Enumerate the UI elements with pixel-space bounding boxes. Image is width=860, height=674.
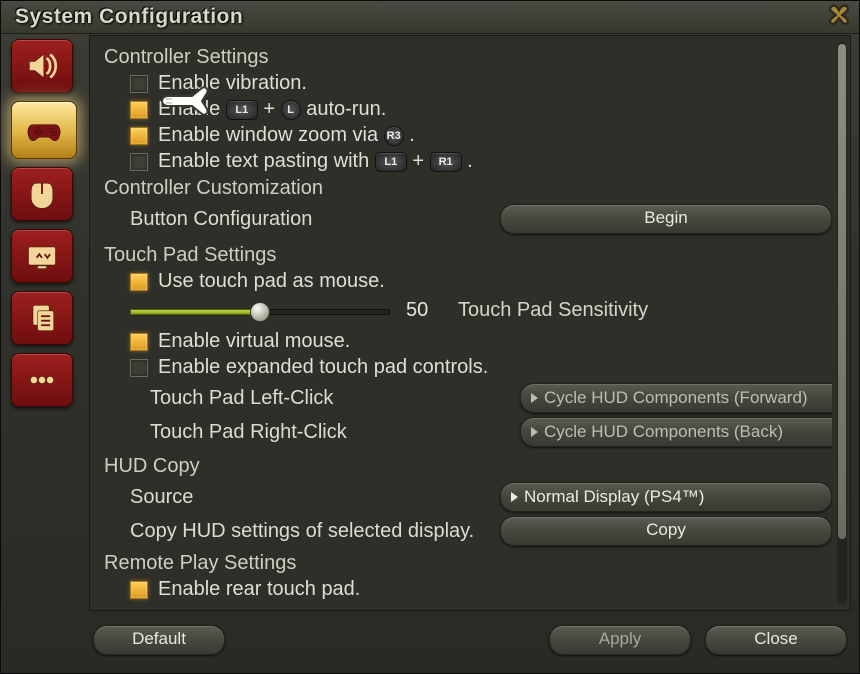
content-scroll: Controller Settings Enable vibration. En… <box>102 42 832 604</box>
chevron-right-icon <box>531 427 538 437</box>
keycap-r1-icon: R1 <box>430 152 462 172</box>
copy-button[interactable]: Copy <box>500 516 832 546</box>
window-title: System Configuration <box>15 5 243 29</box>
keycap-l1b-icon: L1 <box>375 152 407 172</box>
section-touchpad: Touch Pad Settings <box>104 244 832 267</box>
opt-expanded-controls[interactable]: Enable expanded touch pad controls. <box>130 356 832 379</box>
label-textpaste: Enable text pasting with L1 + R1 . <box>158 150 473 173</box>
chevron-right-icon <box>511 492 518 502</box>
section-hud-copy: HUD Copy <box>104 455 832 478</box>
touchpad-sensitivity-label: Touch Pad Sensitivity <box>458 299 648 322</box>
checkbox-virtual-mouse[interactable] <box>130 333 148 351</box>
opt-enable-textpaste[interactable]: Enable text pasting with L1 + R1 . <box>130 150 832 173</box>
checkbox-rear-touch[interactable] <box>130 581 148 599</box>
opt-rear-touch[interactable]: Enable rear touch pad. <box>130 578 832 601</box>
touchpad-sensitivity-value: 50 <box>406 299 442 322</box>
scrollbar[interactable] <box>837 42 847 604</box>
keycap-l1-icon: L1 <box>226 100 258 120</box>
checkbox-autorun[interactable] <box>130 101 148 119</box>
scrollbar-thumb[interactable] <box>838 44 846 539</box>
label-rightclick: Touch Pad Right-Click <box>102 421 520 444</box>
opt-virtual-mouse[interactable]: Enable virtual mouse. <box>130 330 832 353</box>
checkbox-textpaste[interactable] <box>130 153 148 171</box>
section-remote-play: Remote Play Settings <box>104 552 832 575</box>
checkbox-windowzoom[interactable] <box>130 127 148 145</box>
label-virtual-mouse: Enable virtual mouse. <box>158 330 350 353</box>
titlebar: System Configuration <box>1 1 859 34</box>
keycap-r3-icon: R3 <box>384 126 404 146</box>
tab-mouse[interactable] <box>11 167 73 221</box>
select-hud-source[interactable]: Normal Display (PS4™) <box>500 482 832 512</box>
tab-controller[interactable] <box>11 101 77 159</box>
opt-enable-windowzoom[interactable]: Enable window zoom via R3 . <box>130 124 832 147</box>
tab-clipboard[interactable] <box>11 291 73 345</box>
system-config-window: System Configuration <box>0 0 860 674</box>
label-hud-copydesc: Copy HUD settings of selected display. <box>102 520 500 543</box>
opt-enable-autorun[interactable]: Enable L1 + L auto-run. <box>130 98 832 121</box>
chevron-right-icon <box>531 393 538 403</box>
tab-sound[interactable] <box>11 39 73 93</box>
label-leftclick: Touch Pad Left-Click <box>102 387 520 410</box>
label-hud-source: Source <box>102 486 500 509</box>
tab-other[interactable] <box>11 353 73 407</box>
touchpad-sensitivity-slider[interactable] <box>130 304 390 318</box>
tab-rail <box>11 39 77 415</box>
default-button[interactable]: Default <box>93 625 225 655</box>
begin-button[interactable]: Begin <box>500 204 832 234</box>
select-rightclick[interactable]: Cycle HUD Components (Back) <box>520 417 832 447</box>
section-controller-custom: Controller Customization <box>104 177 832 200</box>
content-frame: Controller Settings Enable vibration. En… <box>89 35 851 611</box>
apply-button[interactable]: Apply <box>549 625 691 655</box>
tab-display[interactable] <box>11 229 73 283</box>
label-button-config: Button Configuration <box>102 208 500 231</box>
close-icon[interactable] <box>823 0 855 31</box>
keycap-lstick-icon: L <box>281 100 301 120</box>
checkbox-touchpad-mouse[interactable] <box>130 273 148 291</box>
checkbox-expanded-controls[interactable] <box>130 359 148 377</box>
label-vibration: Enable vibration. <box>158 72 307 95</box>
checkbox-vibration[interactable] <box>130 75 148 93</box>
close-button[interactable]: Close <box>705 625 847 655</box>
touchpad-sensitivity-row: 50 Touch Pad Sensitivity <box>102 299 832 322</box>
section-controller-settings: Controller Settings <box>104 46 832 69</box>
select-leftclick[interactable]: Cycle HUD Components (Forward) <box>520 383 832 413</box>
footer: Default Apply Close <box>89 617 851 663</box>
label-touchpad-mouse: Use touch pad as mouse. <box>158 270 385 293</box>
opt-touchpad-mouse[interactable]: Use touch pad as mouse. <box>130 270 832 293</box>
opt-enable-vibration[interactable]: Enable vibration. <box>130 72 832 95</box>
label-expanded-controls: Enable expanded touch pad controls. <box>158 356 488 379</box>
label-windowzoom: Enable window zoom via R3 . <box>158 124 415 147</box>
label-autorun: Enable L1 + L auto-run. <box>158 98 386 121</box>
label-rear-touch: Enable rear touch pad. <box>158 578 360 601</box>
